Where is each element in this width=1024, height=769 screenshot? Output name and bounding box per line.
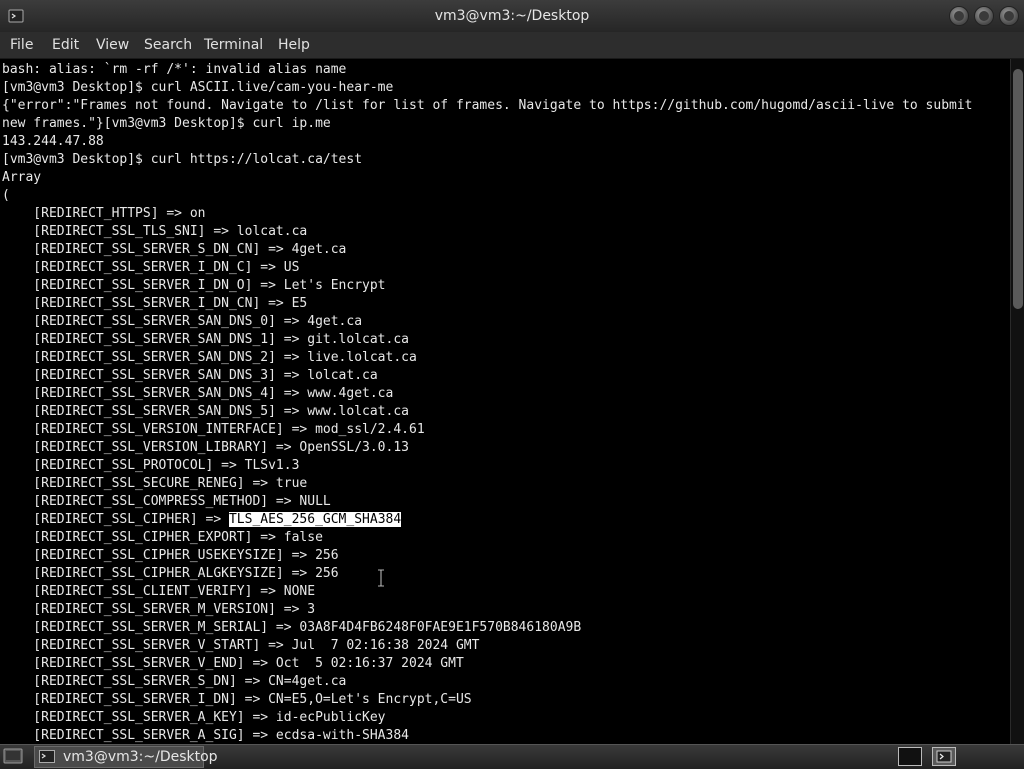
scrollbar-thumb[interactable] [1013, 69, 1023, 309]
title-bar[interactable]: vm3@vm3:~/Desktop [0, 0, 1024, 32]
terminal-line: [REDIRECT_SSL_TLS_SNI] => lolcat.ca [2, 224, 308, 239]
terminal-line: new frames."}[vm3@vm3 Desktop]$ curl ip.… [2, 116, 331, 131]
close-button[interactable] [999, 6, 1019, 26]
terminal-line: [REDIRECT_SSL_PROTOCOL] => TLSv1.3 [2, 458, 300, 473]
terminal-line: [REDIRECT_SSL_CIPHER_ALGKEYSIZE] => 256 [2, 566, 339, 581]
terminal-line: [REDIRECT_SSL_SERVER_I_DN] => CN=E5,O=Le… [2, 692, 472, 707]
terminal-line: [REDIRECT_SSL_VERSION_INTERFACE] => mod_… [2, 422, 425, 437]
terminal-line-cipher: [REDIRECT_SSL_CIPHER] => TLS_AES_256_GCM… [2, 511, 402, 529]
terminal-line: [REDIRECT_SSL_COMPRESS_METHOD] => NULL [2, 494, 331, 509]
selected-text[interactable]: TLS_AES_256_GCM_SHA384 [228, 512, 402, 527]
terminal-line: ( [2, 188, 10, 203]
terminal-line: 143.244.47.88 [2, 134, 104, 149]
minimize-button[interactable] [949, 6, 969, 26]
terminal-line: [REDIRECT_SSL_SERVER_SAN_DNS_5] => www.l… [2, 404, 409, 419]
terminal-line: [REDIRECT_SSL_SERVER_I_DN_O] => Let's En… [2, 278, 386, 293]
terminal-line: [REDIRECT_SSL_SERVER_SAN_DNS_2] => live.… [2, 350, 417, 365]
terminal-line: [REDIRECT_SSL_SERVER_SAN_DNS_4] => www.4… [2, 386, 394, 401]
terminal-line: [REDIRECT_SSL_SERVER_A_KEY] => id-ecPubl… [2, 710, 386, 725]
menu-search[interactable]: Search [144, 36, 192, 54]
terminal-line: [REDIRECT_SSL_SERVER_I_DN_C] => US [2, 260, 300, 275]
terminal-line: [REDIRECT_SSL_SERVER_V_START] => Jul 7 0… [2, 638, 480, 653]
terminal-line: [REDIRECT_SSL_SERVER_S_DN] => CN=4get.ca [2, 674, 347, 689]
terminal-line: [REDIRECT_HTTPS] => on [2, 206, 206, 221]
terminal-line: [REDIRECT_SSL_SERVER_SAN_DNS_0] => 4get.… [2, 314, 363, 329]
workspace-1[interactable] [898, 747, 922, 766]
terminal-line: [REDIRECT_SSL_SERVER_M_VERSION] => 3 [2, 602, 316, 617]
terminal-line: {"error":"Frames not found. Navigate to … [2, 98, 973, 113]
terminal-window: vm3@vm3:~/Desktop File Edit View Search … [0, 0, 1024, 744]
menu-edit[interactable]: Edit [52, 36, 79, 54]
menu-view[interactable]: View [96, 36, 129, 54]
terminal-line: [REDIRECT_SSL_SERVER_I_DN_CN] => E5 [2, 296, 308, 311]
menu-terminal[interactable]: Terminal [204, 36, 263, 54]
workspace-2[interactable] [932, 747, 956, 766]
taskbar: vm3@vm3:~/Desktop [0, 744, 1024, 769]
terminal-task-icon [39, 750, 55, 763]
terminal-line: [REDIRECT_SSL_SERVER_V_END] => Oct 5 02:… [2, 656, 464, 671]
menu-bar: File Edit View Search Terminal Help [0, 32, 1024, 59]
menu-help[interactable]: Help [278, 36, 310, 54]
terminal-line: [REDIRECT_SSL_SECURE_RENEG] => true [2, 476, 308, 491]
terminal-line: [REDIRECT_SSL_SERVER_A_SIG] => ecdsa-wit… [2, 728, 409, 743]
maximize-button[interactable] [974, 6, 994, 26]
cipher-key-text: [REDIRECT_SSL_CIPHER] => [2, 512, 229, 527]
terminal-line: [REDIRECT_SSL_CLIENT_VERIFY] => NONE [2, 584, 316, 599]
terminal-line: [REDIRECT_SSL_CIPHER_USEKEYSIZE] => 256 [2, 548, 339, 563]
task-label: vm3@vm3:~/Desktop [63, 749, 218, 765]
terminal-line: bash: alias: `rm -rf /*': invalid alias … [2, 62, 347, 77]
terminal-line: [vm3@vm3 Desktop]$ curl https://lolcat.c… [2, 152, 363, 167]
text-cursor-icon [378, 569, 384, 587]
terminal-line: [REDIRECT_SSL_CIPHER_EXPORT] => false [2, 530, 323, 545]
terminal-output[interactable]: bash: alias: `rm -rf /*': invalid alias … [0, 59, 1010, 744]
terminal-line: [REDIRECT_SSL_SERVER_S_DN_CN] => 4get.ca [2, 242, 347, 257]
window-title: vm3@vm3:~/Desktop [434, 8, 590, 24]
terminal-scrollbar[interactable] [1010, 59, 1024, 744]
terminal-line: [REDIRECT_SSL_VERSION_LIBRARY] => OpenSS… [2, 440, 409, 455]
terminal-line: [REDIRECT_SSL_SERVER_M_SERIAL] => 03A8F4… [2, 620, 582, 635]
terminal-line: Array [2, 170, 42, 185]
terminal-line: [REDIRECT_SSL_SERVER_SAN_DNS_1] => git.l… [2, 332, 409, 347]
terminal-line: [vm3@vm3 Desktop]$ curl ASCII.live/cam-y… [2, 80, 394, 95]
taskbar-task-terminal[interactable]: vm3@vm3:~/Desktop [34, 746, 218, 768]
show-desktop-icon[interactable] [2, 747, 24, 765]
menu-file[interactable]: File [10, 36, 33, 54]
workspace-terminal-icon [936, 750, 952, 763]
terminal-line: [REDIRECT_SSL_SERVER_SAN_DNS_3] => lolca… [2, 368, 378, 383]
